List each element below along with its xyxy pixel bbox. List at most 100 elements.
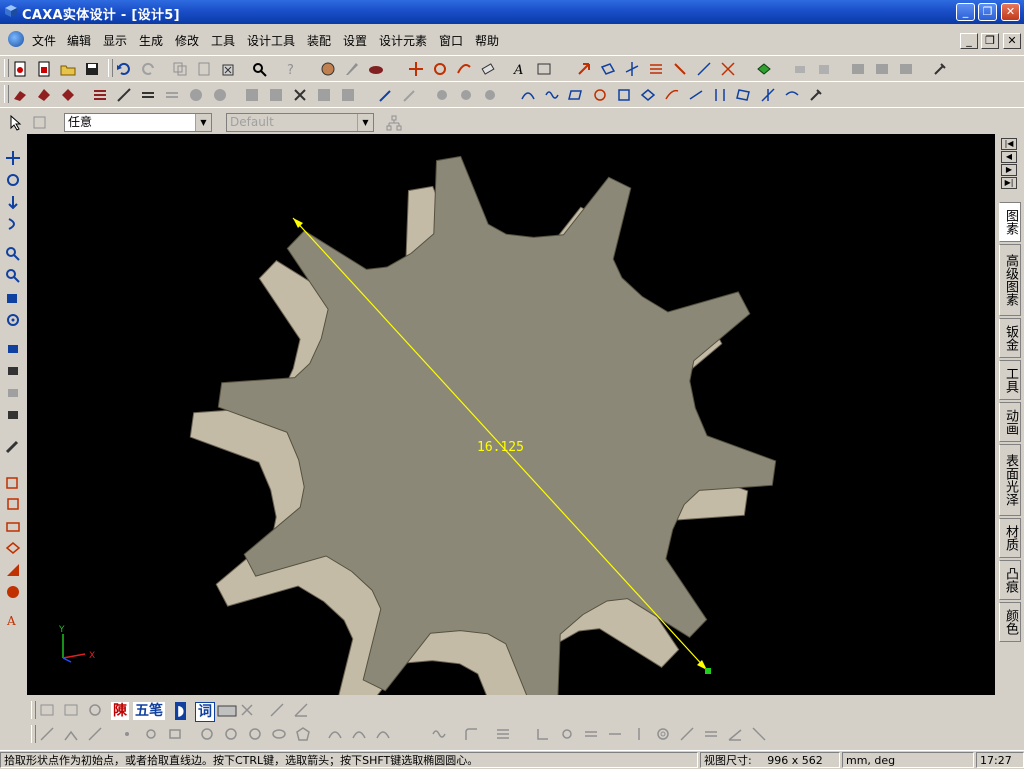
menu-file[interactable]: 文件	[32, 32, 56, 49]
toolbar-grip[interactable]	[4, 85, 9, 103]
arc-icon[interactable]	[327, 726, 343, 742]
tab-surface-finish[interactable]: 表面光泽	[999, 444, 1021, 516]
select-box-icon[interactable]	[32, 115, 48, 131]
rectangle-sketch-icon[interactable]	[167, 726, 183, 742]
smart-dim-icon[interactable]	[696, 61, 712, 77]
undo-icon[interactable]	[116, 61, 132, 77]
new-drawing-icon[interactable]	[36, 61, 52, 77]
plane-tool-icon[interactable]	[600, 61, 616, 77]
dimension-sketch-icon[interactable]	[495, 726, 511, 742]
menu-tools[interactable]: 工具	[211, 32, 235, 49]
open-icon[interactable]	[60, 61, 76, 77]
curve-3d-icon[interactable]	[520, 87, 536, 103]
delete-icon[interactable]	[220, 61, 236, 77]
ime-halfwidth-toggle[interactable]: ◗	[175, 702, 187, 720]
redo-icon[interactable]	[140, 61, 156, 77]
ime-lang-indicator[interactable]: 陳	[111, 702, 129, 720]
vertical-icon[interactable]	[631, 726, 647, 742]
constraint-icon[interactable]	[898, 61, 914, 77]
copy-icon[interactable]	[172, 61, 188, 77]
toolbar-grip[interactable]	[31, 701, 36, 719]
spline-sketch-icon[interactable]	[431, 726, 447, 742]
chevron-down-icon[interactable]: ▼	[195, 114, 211, 131]
view-point-icon[interactable]	[5, 312, 21, 328]
disassemble-icon[interactable]	[816, 61, 832, 77]
toolbar-grip[interactable]	[31, 725, 36, 743]
menu-view[interactable]: 显示	[103, 32, 127, 49]
hammer-icon[interactable]	[932, 61, 948, 77]
arc-3pt-icon[interactable]	[351, 726, 367, 742]
split-face-icon[interactable]	[760, 87, 776, 103]
revolve-icon[interactable]	[36, 87, 52, 103]
circle-2pt-icon[interactable]	[223, 726, 239, 742]
view-icon[interactable]	[39, 702, 55, 718]
measure-tool-icon[interactable]	[672, 61, 688, 77]
surface-tool-icon[interactable]	[808, 87, 824, 103]
maximize-button[interactable]: ❐	[978, 3, 997, 21]
polygon-icon[interactable]	[295, 726, 311, 742]
view-save-icon[interactable]	[63, 702, 79, 718]
spotlight-icon[interactable]	[458, 87, 474, 103]
doc-restore-button[interactable]: ❐	[981, 33, 999, 49]
gear-icon[interactable]	[212, 87, 228, 103]
mirror-icon[interactable]	[268, 87, 284, 103]
loft-icon[interactable]	[92, 87, 108, 103]
help-icon[interactable]: ?	[284, 61, 300, 77]
doc-close-button[interactable]: ✕	[1003, 33, 1021, 49]
menu-assembly[interactable]: 装配	[307, 32, 331, 49]
menu-help[interactable]: 帮助	[475, 32, 499, 49]
chevron-down-icon[interactable]: ▼	[357, 114, 373, 131]
dynamic-rotate-icon[interactable]	[5, 172, 21, 188]
tangent-icon[interactable]	[559, 726, 575, 742]
color-brush-icon[interactable]	[402, 87, 418, 103]
boolean-icon[interactable]	[316, 87, 332, 103]
menu-edit[interactable]: 编辑	[67, 32, 91, 49]
menu-design-tools[interactable]: 设计工具	[247, 32, 295, 49]
split-icon[interactable]	[340, 87, 356, 103]
orbit-icon[interactable]	[456, 61, 472, 77]
light-icon[interactable]	[434, 87, 450, 103]
sketch-icon[interactable]	[5, 474, 21, 490]
camera-zoom-icon[interactable]	[5, 406, 21, 422]
drag-tool-icon[interactable]	[320, 61, 336, 77]
polyline-icon[interactable]	[63, 726, 79, 742]
render-mode-icon[interactable]	[5, 438, 21, 454]
tangent-line-icon[interactable]	[87, 726, 103, 742]
zoom-window-icon[interactable]	[5, 268, 21, 284]
tools-icon[interactable]	[239, 702, 255, 718]
move-icon[interactable]	[408, 61, 424, 77]
tab-sheet-metal[interactable]: 钣金	[999, 318, 1021, 358]
parallel-icon[interactable]	[583, 726, 599, 742]
refresh-icon[interactable]	[87, 702, 103, 718]
concentric-icon[interactable]	[655, 726, 671, 742]
ime-method-indicator[interactable]: 五笔	[133, 702, 165, 720]
camera-orbit-icon[interactable]	[5, 362, 21, 378]
dimension-icon[interactable]	[720, 61, 736, 77]
text-icon[interactable]: A	[512, 61, 528, 77]
menu-modify[interactable]: 修改	[175, 32, 199, 49]
trim-icon[interactable]	[688, 87, 704, 103]
render-icon[interactable]	[368, 61, 384, 77]
zoom-icon[interactable]	[5, 246, 21, 262]
eraser-icon[interactable]	[480, 61, 496, 77]
align-icon[interactable]	[850, 61, 866, 77]
prev-tab-button[interactable]: ◀	[1001, 151, 1017, 163]
draft-icon[interactable]	[188, 87, 204, 103]
circle-center-icon[interactable]	[199, 726, 215, 742]
menu-window[interactable]: 窗口	[439, 32, 463, 49]
last-tab-button[interactable]: ▶|	[1001, 177, 1017, 189]
close-button[interactable]: ✕	[1001, 3, 1020, 21]
minimize-button[interactable]: _	[956, 3, 975, 21]
eyedropper-icon[interactable]	[378, 87, 394, 103]
tab-color[interactable]: 颜色	[999, 602, 1021, 642]
camera-icon[interactable]	[482, 87, 498, 103]
hidden-line-icon[interactable]	[5, 584, 21, 600]
design-viewport[interactable]: 16.125 Y X	[27, 134, 995, 695]
constraint-tool-icon[interactable]	[143, 726, 159, 742]
bridge-icon[interactable]	[640, 87, 656, 103]
extend-icon[interactable]	[712, 87, 728, 103]
paste-icon[interactable]	[196, 61, 212, 77]
perpendicular-icon[interactable]	[535, 726, 551, 742]
point-icon[interactable]	[119, 726, 135, 742]
pan-icon[interactable]	[5, 150, 21, 166]
